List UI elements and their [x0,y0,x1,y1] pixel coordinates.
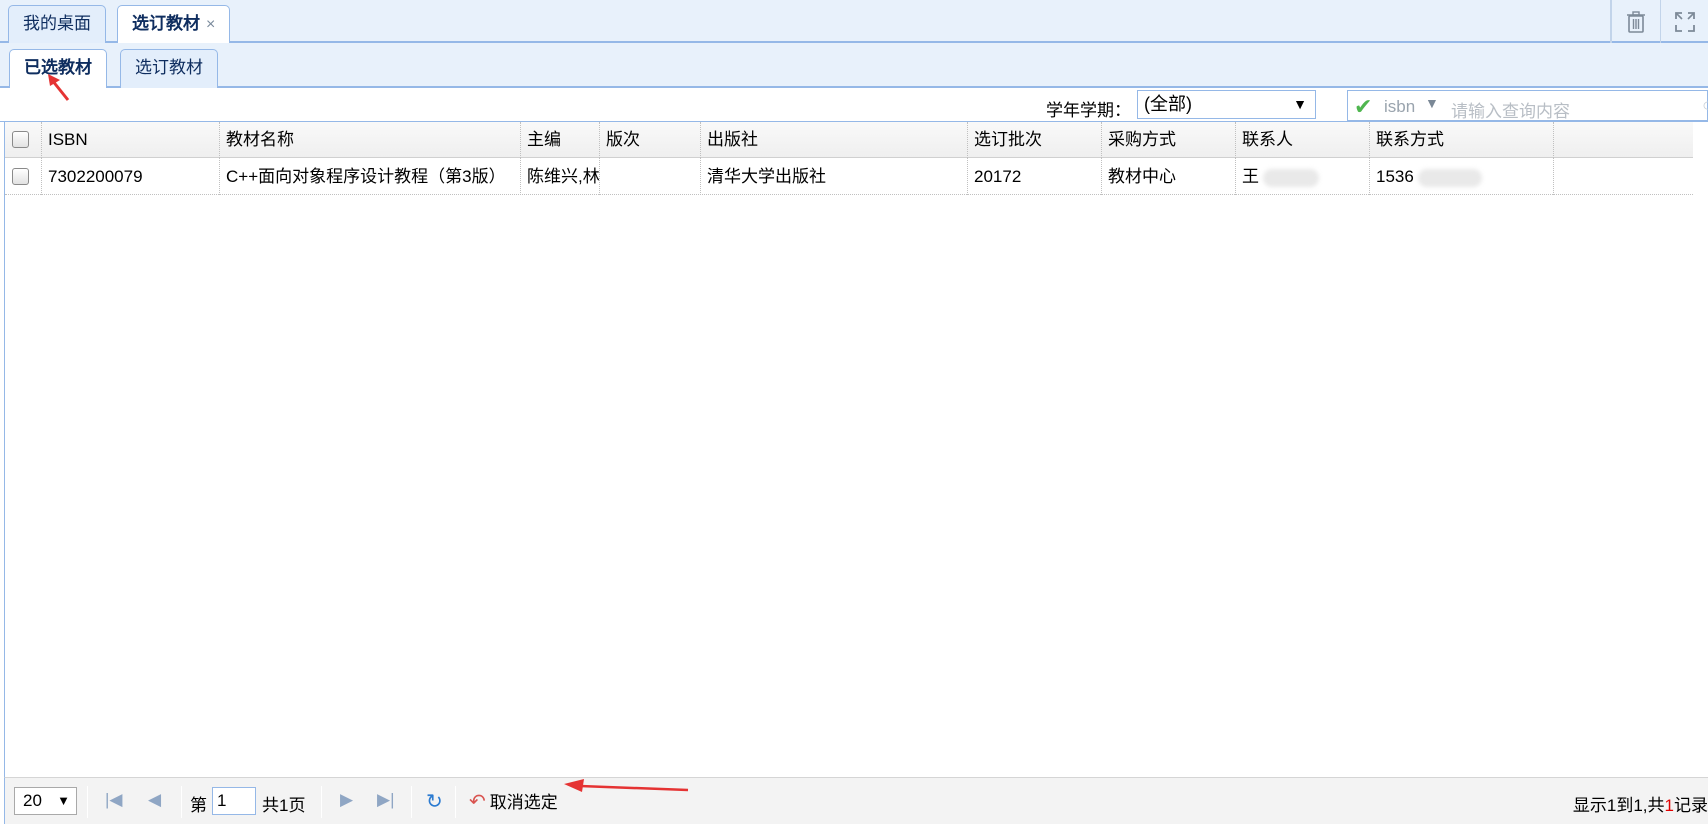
undo-icon: ↶ [469,791,486,813]
tab-my-desktop[interactable]: 我的桌面 [8,5,106,43]
prev-page-icon[interactable]: ◀ [148,790,161,810]
redaction-blur [1263,168,1319,187]
cell-contact: 王 [1236,158,1370,195]
divider [411,786,412,818]
cancel-selection-label: 取消选定 [489,793,558,812]
column-header-batch[interactable]: 选订批次 [968,122,1102,158]
page-number-input[interactable]: 1 [212,787,256,815]
tab-order-textbooks-label: 选订教材 [135,58,203,77]
column-header-isbn[interactable]: ISBN [42,122,220,158]
cell-isbn: 7302200079 [42,158,220,195]
fullscreen-icon[interactable] [1660,0,1708,43]
cell-edition [600,158,701,195]
dropdown-arrow-icon: ▼ [57,793,70,808]
term-select-value: (全部) [1144,94,1192,114]
table-row[interactable]: 7302200079 C++面向对象程序设计教程（第3版） 陈维兴,林· 清华大… [5,158,1693,195]
column-header-publisher[interactable]: 出版社 [701,122,968,158]
refresh-icon[interactable]: ↻ [426,789,443,814]
cell-contact-text: 王 [1242,167,1259,186]
page-size-select[interactable]: 20 ▼ [14,787,77,815]
next-page-icon[interactable]: ▶ [340,790,353,810]
first-page-icon[interactable]: |◀ [105,790,123,810]
dropdown-arrow-icon: ▼ [1293,96,1307,112]
pagination-bar: 20 ▼ |◀ ◀ 第 1 共1页 ▶ ▶| ↻ ↶ 取消选定 显示1到1,共1记… [4,777,1708,824]
page-prefix: 第 [190,796,207,815]
cell-editor: 陈维兴,林· [521,158,600,195]
column-header-phone[interactable]: 联系方式 [1370,122,1554,158]
top-tools [1610,0,1708,43]
select-all-checkbox[interactable] [12,131,29,149]
tab-select-textbooks[interactable]: 选订教材 × [117,5,231,45]
search-icon[interactable]: ○ [1702,95,1708,116]
row-checkbox[interactable] [12,168,29,186]
column-header-name[interactable]: 教材名称 [220,122,521,158]
info-suffix: 记录 [1674,796,1708,815]
textbook-grid: ISBN 教材名称 主编 版次 出版社 选订批次 采购方式 联系人 联系方式 7… [4,122,1708,777]
tab-select-textbooks-label: 选订教材 [132,14,200,33]
term-select[interactable]: (全部) ▼ [1137,90,1316,119]
cell-phone-text: 1536 [1376,167,1414,186]
cancel-selection-button[interactable]: ↶ 取消选定 [469,788,558,816]
filter-toolbar: 学年学期： (全部) ▼ ✔ isbn ▼ 请输入查询内容 ○ [0,88,1708,122]
pagination-info: 显示1到1,共1记录 [1573,791,1708,816]
grid-header: ISBN 教材名称 主编 版次 出版社 选订批次 采购方式 联系人 联系方式 [5,122,1693,158]
trash-icon[interactable] [1611,0,1660,43]
last-page-icon[interactable]: ▶| [377,790,395,810]
column-header-edition[interactable]: 版次 [600,122,701,158]
row-checkbox-cell [5,158,42,195]
select-all-cell [5,122,42,158]
page-size-value: 20 [23,791,42,810]
cell-purchase: 教材中心 [1102,158,1236,195]
tab-my-desktop-label: 我的桌面 [23,14,91,33]
inner-tab-strip: 已选教材 选订教材 [0,43,1708,90]
chevron-down-icon[interactable]: ▼ [1425,95,1439,111]
top-tab-strip: 我的桌面 选订教材 × [0,0,1708,45]
redaction-blur [1417,168,1482,187]
tab-selected-textbooks[interactable]: 已选教材 [9,49,107,90]
divider [455,786,456,818]
page-total: 共1页 [262,796,306,815]
checkmark-icon: ✔ [1354,94,1373,119]
cell-name: C++面向对象程序设计教程（第3版） [220,158,521,195]
cell-publisher: 清华大学出版社 [701,158,968,195]
tab-close-icon[interactable]: × [206,16,215,33]
column-header-purchase[interactable]: 采购方式 [1102,122,1236,158]
info-prefix: 显示1到1,共 [1572,796,1665,815]
tab-selected-textbooks-label: 已选教材 [24,58,92,77]
search-field-selector[interactable]: isbn [1384,97,1415,117]
column-header-editor[interactable]: 主编 [521,122,600,158]
column-header-contact[interactable]: 联系人 [1236,122,1370,158]
search-input[interactable]: 请输入查询内容 [1451,97,1570,122]
divider [87,786,88,818]
info-count: 1 [1664,796,1674,815]
search-box[interactable]: ✔ isbn ▼ 请输入查询内容 ○ [1347,90,1708,121]
divider [321,786,322,818]
cell-batch: 20172 [968,158,1102,195]
tab-order-textbooks[interactable]: 选订教材 [120,49,218,88]
cell-phone: 1536 [1370,158,1554,195]
term-label: 学年学期： [1046,101,1131,120]
divider [181,786,182,818]
